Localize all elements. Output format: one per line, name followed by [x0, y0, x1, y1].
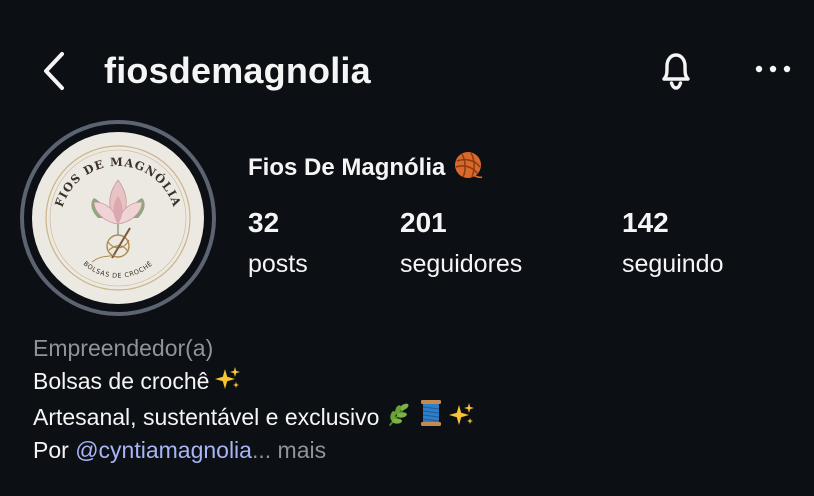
profile-header: fiosdemagnolia — [0, 0, 814, 140]
display-name-text: Fios De Magnólia — [248, 154, 446, 181]
chevron-left-icon — [44, 52, 64, 90]
herb-icon — [389, 403, 409, 426]
more-options-button[interactable] — [748, 54, 798, 84]
bio-line-2-text: Artesanal, sustentável e exclusivo — [33, 404, 380, 430]
profile-display-name: Fios De Magnólia — [248, 150, 483, 183]
more-horizontal-icon — [755, 65, 791, 73]
sparkles-icon — [215, 367, 241, 389]
bell-icon — [662, 53, 690, 90]
bio-line-1: Bolsas de crochê — [33, 365, 475, 398]
bio-more-link[interactable]: mais — [271, 437, 327, 463]
profile-avatar[interactable]: FIOS DE MAGNÓLIA BOLSAS DE CROCHÊ — [32, 132, 204, 304]
followers-label: seguidores — [400, 250, 523, 278]
profile-username: fiosdemagnolia — [104, 50, 371, 91]
posts-count: 32 — [248, 207, 280, 238]
following-count: 142 — [622, 207, 669, 238]
yarn-ball-icon — [455, 152, 483, 179]
notifications-button[interactable] — [652, 46, 700, 94]
bio-category: Empreendedor(a) — [33, 335, 214, 361]
bio-ellipsis: ... — [251, 437, 272, 463]
bio-line-2: Artesanal, sustentável e exclusivo — [33, 398, 475, 434]
followers-stat[interactable]: 201 seguidores — [400, 206, 522, 280]
brand-logo-image: FIOS DE MAGNÓLIA BOLSAS DE CROCHÊ — [45, 145, 191, 291]
profile-bio: Empreendedor(a) Bolsas de crochê Artesan… — [33, 332, 475, 467]
followers-count: 201 — [400, 207, 447, 238]
bio-line-1-text: Bolsas de crochê — [33, 368, 210, 394]
posts-label: posts — [248, 250, 308, 278]
bio-line-3-prefix: Por — [33, 437, 76, 463]
thread-spool-icon — [421, 400, 442, 426]
bio-mention-link[interactable]: @cyntiamagnolia — [75, 437, 252, 463]
back-button[interactable] — [36, 50, 76, 92]
posts-stat[interactable]: 32 posts — [248, 206, 308, 280]
sparkles-icon — [449, 403, 475, 425]
bio-line-3: Por @cyntiamagnolia... mais — [33, 434, 475, 467]
following-stat[interactable]: 142 seguindo — [622, 206, 723, 280]
following-label: seguindo — [622, 250, 724, 278]
